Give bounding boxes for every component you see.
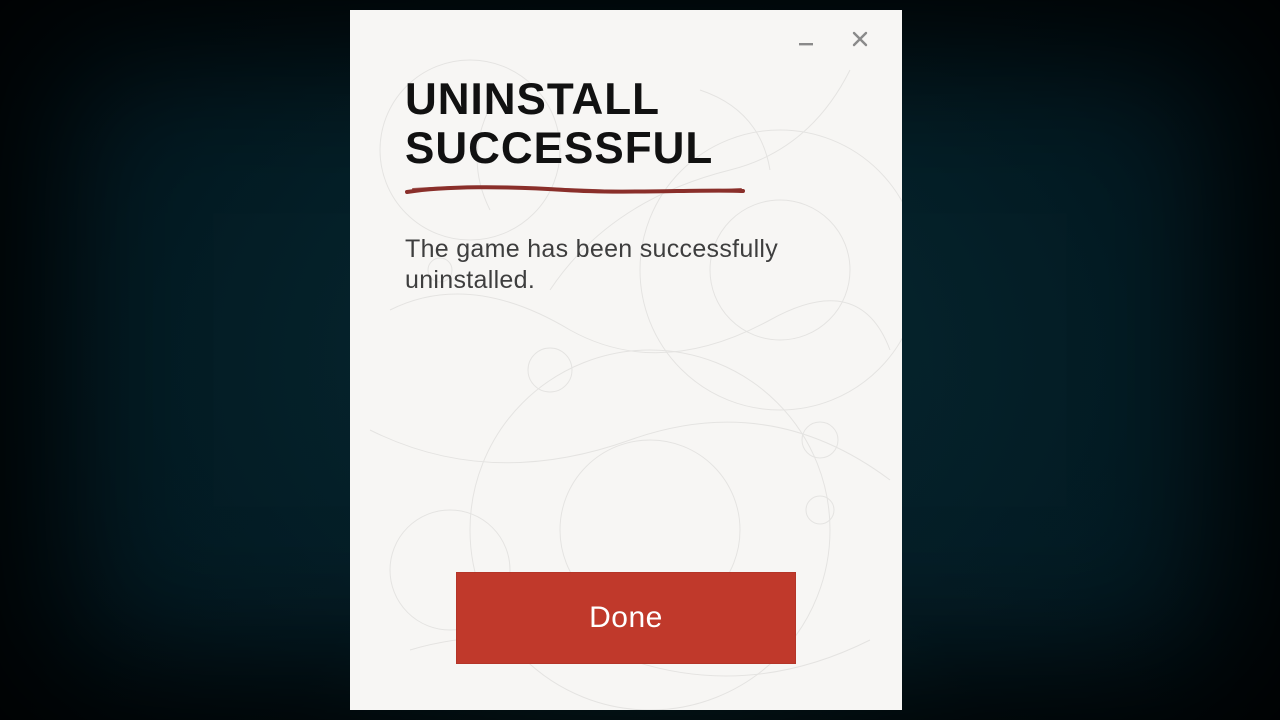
desktop-backdrop: UNINSTALL SUCCESSFUL The game has been s…: [0, 0, 1280, 720]
dialog-body: The game has been successfully uninstall…: [405, 234, 805, 297]
close-icon: [851, 30, 869, 48]
done-button[interactable]: Done: [456, 572, 796, 664]
titlebar: [350, 10, 902, 68]
dialog-heading: UNINSTALL SUCCESSFUL: [405, 75, 847, 172]
minimize-icon: [797, 30, 815, 48]
minimize-button[interactable]: [794, 27, 818, 51]
uninstall-dialog: UNINSTALL SUCCESSFUL The game has been s…: [350, 10, 902, 710]
dialog-content: UNINSTALL SUCCESSFUL The game has been s…: [405, 76, 847, 297]
brush-underline: [405, 183, 745, 197]
close-button[interactable]: [848, 27, 872, 51]
